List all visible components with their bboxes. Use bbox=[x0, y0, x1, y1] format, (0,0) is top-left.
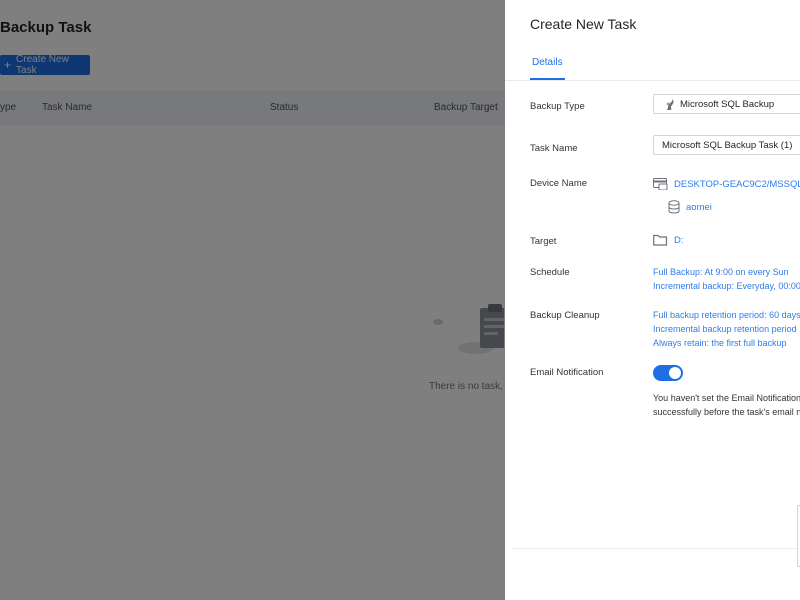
database-icon bbox=[668, 200, 680, 214]
app-window: Backup Task + Create New Task ype Task N… bbox=[0, 0, 800, 600]
cleanup-always-link[interactable]: Always retain: the first full backup bbox=[653, 336, 787, 350]
email-note-line2: successfully before the task's email n bbox=[653, 407, 800, 417]
device-name-value: DESKTOP-GEAC9C2/MSSQLSER bbox=[674, 178, 800, 190]
schedule-full-link[interactable]: Full Backup: At 9:00 on every Sun bbox=[653, 265, 789, 279]
footer-divider bbox=[513, 548, 800, 549]
backup-type-label: Backup Type bbox=[530, 101, 585, 112]
task-name-label: Task Name bbox=[530, 143, 578, 154]
schedule-incremental-link[interactable]: Incremental backup: Everyday, 00:00 bbox=[653, 279, 800, 293]
toggle-knob bbox=[669, 367, 681, 379]
backup-cleanup-label: Backup Cleanup bbox=[530, 310, 600, 321]
task-name-value: Microsoft SQL Backup Task (1) bbox=[662, 139, 793, 151]
device-name-label: Device Name bbox=[530, 178, 588, 189]
tab-divider bbox=[505, 80, 800, 81]
drawer-title: Create New Task bbox=[530, 16, 637, 32]
database-name-value: aomei bbox=[686, 201, 712, 213]
target-label: Target bbox=[530, 236, 557, 247]
email-notification-label: Email Notification bbox=[530, 367, 604, 378]
sql-server-icon bbox=[666, 98, 674, 110]
backup-type-value: Microsoft SQL Backup bbox=[680, 98, 775, 110]
create-task-drawer: Create New Task Details Backup Type Micr… bbox=[505, 0, 800, 600]
backup-type-select[interactable]: Microsoft SQL Backup bbox=[653, 94, 800, 114]
email-note-line1: You haven't set the Email Notification bbox=[653, 393, 800, 403]
task-name-input[interactable]: Microsoft SQL Backup Task (1) bbox=[653, 135, 800, 155]
email-notification-toggle[interactable] bbox=[653, 365, 683, 381]
target-link[interactable]: D: bbox=[653, 234, 684, 246]
target-value: D: bbox=[674, 234, 684, 246]
database-link[interactable]: aomei bbox=[668, 200, 712, 214]
cleanup-incremental-link[interactable]: Incremental backup retention period bbox=[653, 322, 797, 336]
folder-icon bbox=[653, 234, 668, 246]
cleanup-full-link[interactable]: Full backup retention period: 60 days bbox=[653, 308, 800, 322]
schedule-label: Schedule bbox=[530, 267, 570, 278]
server-icon bbox=[653, 178, 668, 190]
tab-details[interactable]: Details bbox=[530, 57, 565, 80]
device-link[interactable]: DESKTOP-GEAC9C2/MSSQLSER bbox=[653, 178, 800, 190]
